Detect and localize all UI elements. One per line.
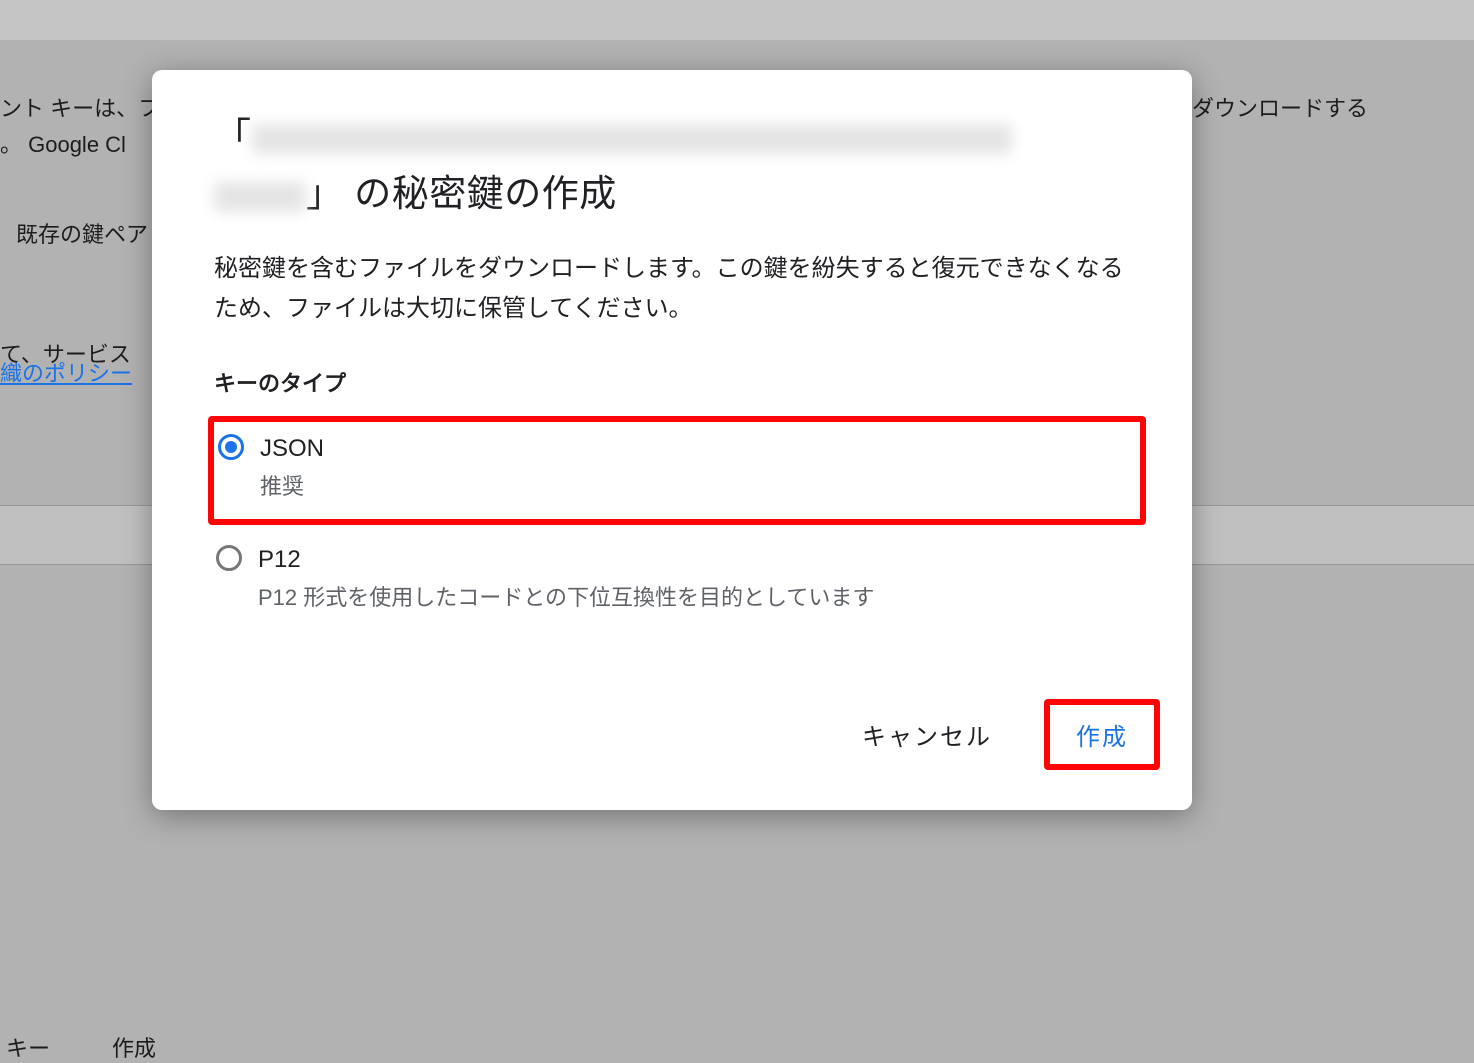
create-button[interactable]: 作成 — [1054, 707, 1150, 762]
dialog-title: 「 」 の秘密鍵の作成 — [214, 108, 1146, 223]
dialog-actions: キャンセル 作成 — [840, 699, 1160, 770]
key-type-radio-group: JSON 推奨 P12 P12 形式を使用したコードとの下位互換性を目的としてい… — [214, 416, 1146, 644]
json-option-highlight: JSON 推奨 — [208, 416, 1146, 525]
radio-labels-json: JSON 推奨 — [260, 432, 324, 505]
radio-sub-p12: P12 形式を使用したコードとの下位互換性を目的としています — [258, 579, 874, 616]
redacted-account-name-1 — [252, 124, 1012, 154]
title-suffix: 」 の秘密鍵の作成 — [306, 173, 617, 214]
redacted-account-name-2 — [214, 182, 306, 212]
radio-labels-p12: P12 P12 形式を使用したコードとの下位互換性を目的としています — [258, 543, 874, 616]
radio-option-json[interactable]: JSON 推奨 — [216, 428, 1130, 513]
bg-tab-created: 作成 — [112, 1031, 156, 1063]
radio-title-json: JSON — [260, 432, 324, 466]
radio-title-p12: P12 — [258, 543, 874, 577]
key-type-label: キーのタイプ — [214, 366, 1146, 398]
dialog-description: 秘密鍵を含むファイルをダウンロードします。この鍵を紛失すると復元できなくなるため… — [214, 249, 1146, 331]
cancel-button[interactable]: キャンセル — [840, 707, 1014, 762]
radio-icon-unchecked — [216, 545, 242, 571]
title-prefix: 「 — [214, 116, 252, 157]
radio-sub-json: 推奨 — [260, 468, 324, 505]
bg-tab-key: キー — [6, 1031, 50, 1063]
create-button-highlight: 作成 — [1044, 699, 1160, 770]
create-private-key-dialog: 「 」 の秘密鍵の作成 秘密鍵を含むファイルをダウンロードします。この鍵を紛失す… — [152, 70, 1192, 810]
radio-option-p12[interactable]: P12 P12 形式を使用したコードとの下位互換性を目的としています — [214, 539, 1146, 624]
radio-icon-checked — [218, 434, 244, 460]
